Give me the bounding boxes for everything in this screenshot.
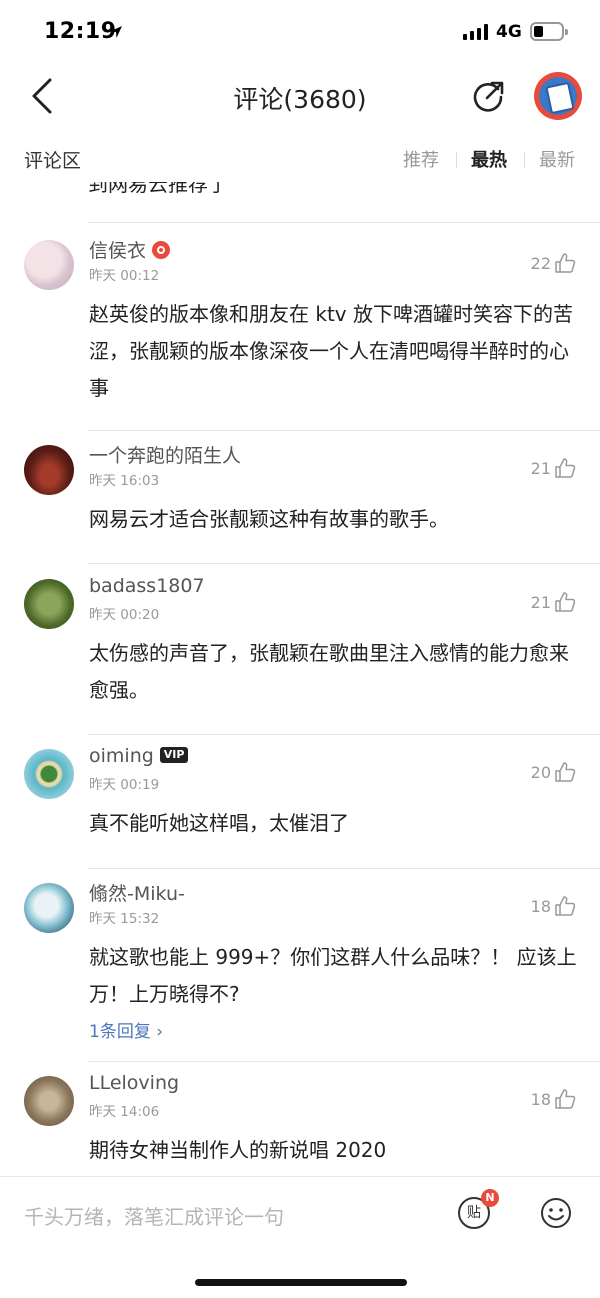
comment-time: 昨天 14:06 [89,1104,160,1120]
divider [88,734,600,735]
comment-text: 赵英俊的版本像和朋友在 ktv 放下啤酒罐时笑容下的苦涩，张靓颖的版本像深夜一个… [89,302,573,400]
status-time: 12:19 [44,19,117,44]
thumbs-up-icon [555,253,576,273]
comment-text: 就这歌也能上 999+？你们这群人什么品味？！ 应该上万！上万晓得不? [89,945,577,1006]
tab-hottest[interactable]: 最热 [471,146,507,172]
divider [88,222,600,223]
vip-badge: VIP [159,746,189,763]
home-indicator[interactable] [195,1279,407,1286]
like-count: 21 [530,458,551,478]
comment-list[interactable]: 到网易云推荐了 信侯衣 昨天 00:12 22 赵英俊的版本像和朋友在 ktv … [0,182,600,1176]
avatar[interactable] [24,445,74,495]
thumbs-up-icon [555,1089,576,1109]
thumbs-up-icon [555,592,576,612]
comment-text: 太伤感的声音了，张靓颖在歌曲里注入感情的能力愈来愈强。 [89,641,569,702]
comment-time: 昨天 00:12 [89,268,160,284]
partial-comment-text: 到网易云推荐了 [88,182,228,196]
divider [88,1061,600,1062]
page-title: 评论(3680) [233,85,367,114]
comment-user[interactable]: oiming VIP [89,745,189,767]
comment-input[interactable]: 千头万绪，落笔汇成评论一句 [24,1201,284,1230]
tab-divider [456,152,457,168]
music-badge-icon [152,240,171,259]
emoji-icon[interactable] [540,1197,572,1229]
comment-user[interactable]: badass1807 [89,575,205,597]
avatar[interactable] [24,579,74,629]
status-bar: 12:19 4G [0,0,600,64]
like-button[interactable]: 22 [531,252,576,274]
avatar[interactable] [24,749,74,799]
tab-divider [524,152,525,168]
like-count: 21 [530,592,551,612]
comment-time: 昨天 00:20 [89,607,160,623]
battery-icon [530,22,568,41]
like-button[interactable]: 21 [531,591,576,613]
avatar[interactable] [24,883,74,933]
like-button[interactable]: 21 [531,457,576,479]
comment-user[interactable]: LLeloving [89,1072,179,1094]
comment-time: 昨天 00:19 [89,777,160,793]
location-arrow-icon [110,26,122,38]
thumbs-up-icon [555,458,576,478]
like-count: 20 [530,762,551,782]
comment-input-bar: 千头万绪，落笔汇成评论一句 贴 N [0,1176,600,1298]
comment-user[interactable]: 信侯衣 [89,236,171,263]
comment-section-header: 评论区 推荐 最热 最新 [0,140,600,180]
replies-link[interactable]: 1条回复 › [89,1017,163,1042]
tab-newest[interactable]: 最新 [539,146,575,172]
thumbs-up-icon [555,762,576,782]
comment-user[interactable]: 翛然-Miku- [89,879,185,906]
network-type: 4G [496,22,522,42]
comment-user[interactable]: 一个奔跑的陌生人 [89,441,241,468]
avatar[interactable] [24,1076,74,1126]
nav-header: 评论(3680) [0,64,600,128]
like-button[interactable]: 18 [531,895,576,917]
comment-time: 昨天 16:03 [89,473,160,489]
divider [88,430,600,431]
divider [88,868,600,869]
thumbs-up-icon [555,896,576,916]
comment-text: 真不能听她这样唱，太催泪了 [89,811,349,835]
song-cover-avatar[interactable] [534,72,582,120]
avatar[interactable] [24,240,74,290]
signal-icon [463,24,489,40]
like-button[interactable]: 18 [531,1088,576,1110]
like-count: 18 [530,1089,551,1109]
comment-time: 昨天 15:32 [89,911,160,927]
section-label: 评论区 [24,150,82,172]
like-count: 18 [530,896,551,916]
new-badge: N [481,1189,499,1207]
like-button[interactable]: 20 [531,761,576,783]
share-icon[interactable] [470,79,506,115]
tab-recommended[interactable]: 推荐 [403,146,439,172]
like-count: 22 [530,253,551,273]
comment-text: 期待女神当制作人的新说唱 2020 [89,1138,387,1162]
comment-text: 网易云才适合张靓颖这种有故事的歌手。 [89,507,449,531]
divider [88,563,600,564]
